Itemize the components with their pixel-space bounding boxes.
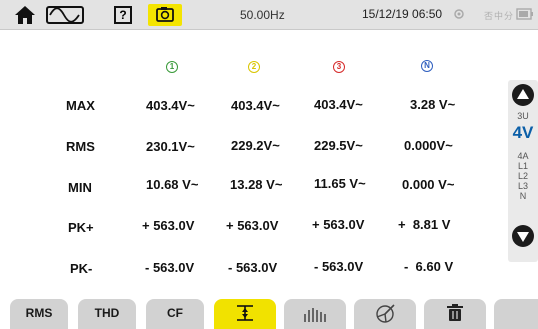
min-phase-1: 10.68 V~	[146, 177, 199, 192]
pk-minus-neutral: - 6.60 V	[404, 259, 454, 274]
tab-cf[interactable]: CF	[146, 299, 204, 329]
row-label-pk-plus: PK+	[68, 220, 94, 235]
rms-neutral: 0.000V~	[404, 138, 453, 153]
max-phase-3: 403.4V~	[314, 97, 363, 112]
frequency-readout: 50.00Hz	[240, 8, 285, 22]
phase-3-icon: 3	[333, 61, 345, 73]
vector-icon	[376, 304, 395, 323]
pk-minus-phase-2: - 563.0V	[228, 260, 278, 275]
status-bar: ? 50.00Hz 15/12/19 06:50 否中分	[0, 0, 538, 30]
trash-icon	[447, 304, 463, 321]
tab-empty[interactable]	[494, 299, 538, 329]
pk-plus-phase-1: + 563.0V	[142, 218, 195, 233]
option-l1[interactable]: L1	[512, 161, 534, 171]
battery-icon	[516, 7, 534, 21]
row-label-pk-minus: PK-	[70, 261, 93, 276]
row-label-rms: RMS	[66, 139, 95, 154]
date-time: 15/12/19 06:50	[362, 7, 443, 21]
pk-plus-phase-2: + 563.0V	[226, 218, 279, 233]
help-icon[interactable]: ?	[114, 6, 132, 24]
rms-phase-3: 229.5V~	[314, 138, 363, 153]
max-phase-1: 403.4V~	[146, 98, 195, 113]
tab-thd[interactable]: THD	[78, 299, 136, 329]
option-4a[interactable]: 4A	[512, 151, 534, 161]
pk-minus-phase-1: - 563.0V	[145, 260, 195, 275]
neutral-icon: N	[421, 60, 433, 72]
connection-icon	[452, 7, 466, 21]
max-neutral: 3.28 V~	[410, 97, 456, 112]
min-phase-2: 13.28 V~	[230, 177, 283, 192]
snapshot-camera-button[interactable]	[148, 4, 182, 26]
waveform-mode-icon[interactable]	[46, 6, 84, 24]
pk-plus-neutral: + 8.81 V	[398, 217, 451, 232]
max-phase-2: 403.4V~	[231, 98, 280, 113]
min-neutral: 0.000 V~	[402, 177, 455, 192]
tab-bar-chart[interactable]	[284, 299, 346, 329]
tab-vector[interactable]	[354, 299, 416, 329]
bar-chart-icon	[304, 308, 326, 322]
option-4v-selected[interactable]: 4V	[508, 123, 538, 143]
row-label-min: MIN	[68, 180, 92, 195]
tab-delete[interactable]	[424, 299, 486, 329]
phase-1-icon: 1	[166, 61, 178, 73]
option-l2[interactable]: L2	[512, 171, 534, 181]
rms-phase-1: 230.1V~	[146, 139, 195, 154]
min-max-icon	[237, 305, 253, 321]
phase-2-icon: 2	[248, 61, 260, 73]
arrow-down-icon	[517, 232, 529, 242]
status-indicators: 否中分	[484, 11, 515, 21]
home-icon[interactable]	[14, 5, 36, 25]
tab-min-max[interactable]	[214, 299, 276, 329]
arrow-up-icon	[517, 89, 529, 99]
option-l3[interactable]: L3	[512, 181, 534, 191]
option-n[interactable]: N	[512, 191, 534, 201]
tab-rms[interactable]: RMS	[10, 299, 68, 329]
pk-minus-phase-3: - 563.0V	[314, 259, 364, 274]
min-phase-3: 11.65 V~	[314, 176, 366, 191]
scroll-down-button[interactable]	[512, 225, 534, 247]
row-label-max: MAX	[66, 98, 95, 113]
rms-phase-2: 229.2V~	[231, 138, 280, 153]
option-3u[interactable]: 3U	[512, 111, 534, 121]
pk-plus-phase-3: + 563.0V	[312, 217, 365, 232]
scroll-up-button[interactable]	[512, 84, 534, 106]
